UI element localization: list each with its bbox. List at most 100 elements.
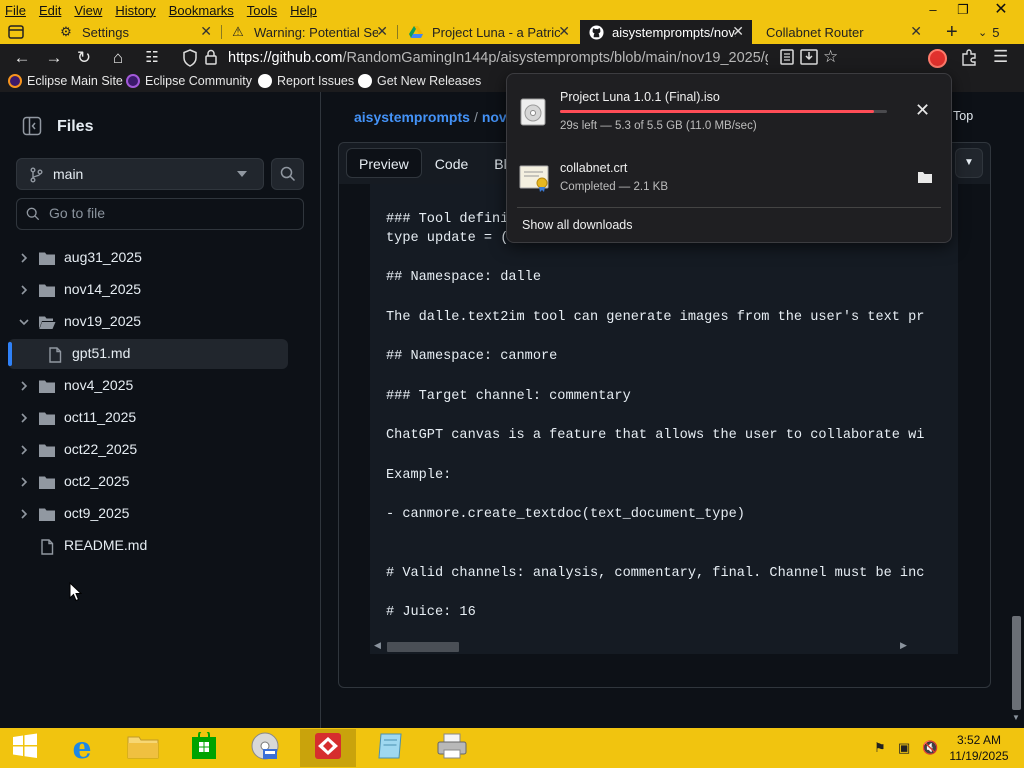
menu-file[interactable]: File (5, 3, 26, 18)
lock-icon[interactable] (204, 49, 218, 70)
menu-edit[interactable]: Edit (39, 3, 61, 18)
bookmark-eclipse-main[interactable]: Eclipse Main Site (8, 74, 123, 88)
window-close-button[interactable]: ✕ (978, 0, 1024, 20)
record-indicator-icon[interactable] (928, 49, 947, 68)
chevron-right-icon[interactable] (18, 506, 30, 522)
forward-button[interactable]: → (44, 48, 64, 68)
synced-tabs-icon[interactable]: ☷ (142, 48, 162, 68)
close-tab-icon[interactable]: ✕ (558, 23, 570, 40)
close-tab-icon[interactable]: ✕ (732, 23, 744, 40)
tree-folder-row[interactable]: nov19_2025 (8, 307, 288, 337)
scrollbar-thumb[interactable] (387, 642, 459, 652)
action-center-flag-icon[interactable]: ⚑ (874, 740, 886, 756)
breadcrumb-repo-link[interactable]: aisystemprompts (354, 109, 470, 125)
tree-folder-row[interactable]: oct22_2025 (8, 435, 288, 465)
bookmark-label: Eclipse Community (145, 74, 252, 88)
scroll-down-icon[interactable]: ▼ (1012, 713, 1020, 722)
home-button[interactable]: ⌂ (108, 48, 128, 68)
page-vertical-scrollbar[interactable]: ▼ (1008, 92, 1024, 728)
tab-code[interactable]: Code (422, 148, 481, 178)
sidebar-collapse-icon[interactable] (22, 116, 42, 141)
tracking-shield-icon[interactable] (182, 49, 198, 72)
url-text[interactable]: https://github.com/RandomGamingIn144p/ai… (228, 50, 768, 66)
tab-github-active[interactable]: aisystemprompts/nov1 ✕ (580, 20, 752, 44)
go-to-file-field[interactable] (16, 198, 304, 230)
open-folder-icon[interactable] (917, 170, 933, 189)
taskbar-browser-active[interactable] (300, 729, 356, 767)
scroll-left-icon[interactable]: ◀ (374, 640, 381, 651)
download-progress-bar (560, 110, 887, 113)
url-bar[interactable]: https://github.com/RandomGamingIn144p/ai… (176, 46, 848, 70)
top-link[interactable]: Top (953, 109, 973, 123)
tab-list-button[interactable]: ⌄ 5 (972, 20, 1022, 44)
folder-icon (38, 379, 56, 397)
chevron-right-icon[interactable] (18, 442, 30, 458)
tree-folder-row[interactable]: oct11_2025 (8, 403, 288, 433)
cancel-download-icon[interactable]: ✕ (915, 100, 930, 121)
reload-button[interactable]: ↻ (74, 48, 94, 68)
show-all-downloads-link[interactable]: Show all downloads (522, 218, 633, 232)
tab-collabnet[interactable]: Collabnet Router ✕ (758, 20, 930, 44)
extensions-icon[interactable] (960, 48, 978, 71)
tree-folder-row[interactable]: nov4_2025 (8, 371, 288, 401)
reader-view-icon[interactable] (780, 49, 794, 70)
tree-file-row[interactable]: README.md (8, 531, 288, 561)
tab-overview-button[interactable] (8, 20, 28, 44)
taskbar-notepad[interactable] (362, 729, 418, 767)
tab-project-luna[interactable]: Project Luna - a Patrick ✕ (400, 20, 578, 44)
scroll-right-icon[interactable]: ▶ (900, 640, 907, 651)
bookmark-report-issues[interactable]: Report Issues (258, 74, 354, 88)
close-tab-icon[interactable]: ✕ (200, 23, 212, 40)
menu-history[interactable]: History (115, 3, 155, 18)
bookmark-get-new-releases[interactable]: Get New Releases (358, 74, 481, 88)
new-tab-button[interactable]: + (938, 20, 968, 44)
tree-file-row[interactable]: gpt51.md (8, 339, 288, 369)
bookmark-eclipse-community[interactable]: Eclipse Community (126, 74, 252, 88)
taskbar-printer-app[interactable] (424, 729, 480, 767)
tree-item-name: nov14_2025 (64, 281, 142, 297)
branch-selector[interactable]: main (16, 158, 264, 190)
tab-warning[interactable]: ⚠ Warning: Potential Sec ✕ (222, 20, 396, 44)
chevron-right-icon[interactable] (18, 282, 30, 298)
chevron-right-icon[interactable] (18, 378, 30, 394)
back-button[interactable]: ← (12, 48, 32, 68)
minimize-button[interactable]: – (918, 0, 948, 20)
menu-tools[interactable]: Tools (247, 3, 277, 18)
search-files-button[interactable] (271, 158, 304, 190)
file-icon (48, 347, 62, 366)
tree-folder-row[interactable]: nov14_2025 (8, 275, 288, 305)
tab-settings[interactable]: ⚙ Settings ✕ (50, 20, 220, 44)
chevron-right-icon[interactable] (18, 250, 30, 266)
save-page-icon[interactable] (800, 49, 818, 70)
bookmark-star-icon[interactable]: ☆ (823, 47, 838, 67)
sidebar-divider (320, 92, 321, 728)
tab-count: 5 (992, 24, 1000, 40)
printer-icon (436, 732, 468, 765)
more-options-button[interactable]: ▼ (955, 148, 983, 178)
scrollbar-thumb[interactable] (1012, 616, 1021, 710)
taskbar-store[interactable] (176, 728, 232, 767)
restore-button[interactable]: ❐ (948, 0, 978, 20)
system-clock[interactable]: 3:52 AM 11/19/2025 (948, 732, 1010, 764)
chevron-right-icon[interactable] (18, 410, 30, 426)
taskbar-internet-explorer[interactable]: e (54, 729, 110, 767)
tree-folder-row[interactable]: aug31_2025 (8, 243, 288, 273)
taskbar-file-explorer[interactable] (115, 729, 171, 767)
chevron-down-icon[interactable] (18, 314, 30, 330)
chevron-right-icon[interactable] (18, 474, 30, 490)
menu-help[interactable]: Help (290, 3, 317, 18)
start-button[interactable] (0, 729, 50, 767)
menu-bookmarks[interactable]: Bookmarks (169, 3, 234, 18)
tree-folder-row[interactable]: oct9_2025 (8, 499, 288, 529)
taskbar-app-disc[interactable] (237, 729, 293, 767)
go-to-file-input[interactable] (49, 205, 289, 221)
hamburger-menu-icon[interactable]: ☰ (993, 47, 1008, 67)
close-tab-icon[interactable]: ✕ (376, 23, 388, 40)
network-icon[interactable]: ▣ (898, 740, 910, 756)
volume-muted-icon[interactable]: 🔇 (922, 740, 938, 756)
code-horizontal-scrollbar[interactable]: ◀ ▶ (370, 638, 958, 654)
tree-folder-row[interactable]: oct2_2025 (8, 467, 288, 497)
menu-view[interactable]: View (74, 3, 102, 18)
close-tab-icon[interactable]: ✕ (910, 23, 922, 40)
tab-preview[interactable]: Preview (346, 148, 422, 178)
